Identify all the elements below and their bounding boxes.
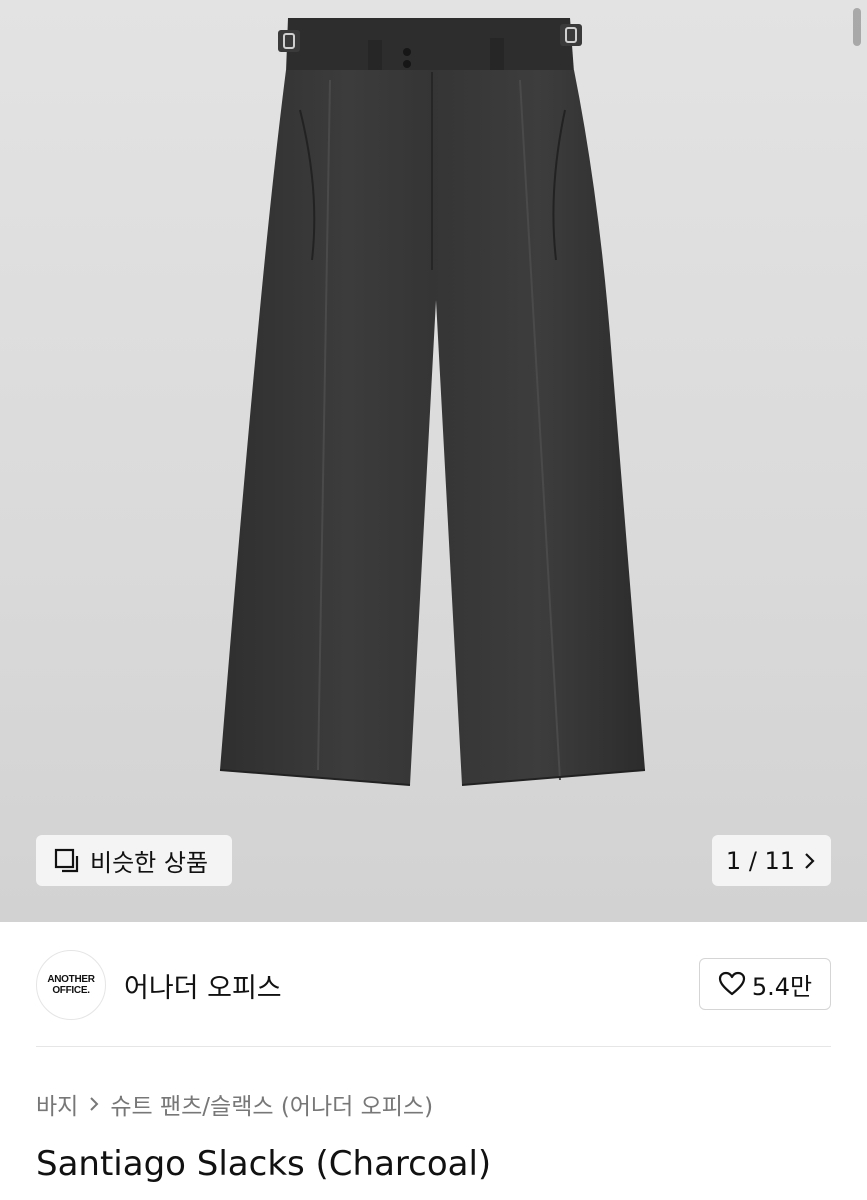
scrollbar[interactable] bbox=[853, 8, 861, 46]
similar-products-icon bbox=[54, 848, 79, 872]
divider bbox=[36, 1046, 831, 1047]
image-counter-button[interactable]: 1 / 11 bbox=[712, 835, 831, 886]
breadcrumb-item-category[interactable]: 바지 bbox=[36, 1087, 78, 1121]
product-title: Santiago Slacks (Charcoal) bbox=[36, 1144, 492, 1184]
heart-icon bbox=[718, 971, 745, 996]
product-image-carousel[interactable]: 비슷한 상품 1 / 11 bbox=[0, 0, 867, 922]
like-count: 5.4만 bbox=[751, 972, 813, 1001]
product-image bbox=[219, 18, 646, 786]
breadcrumb-item-subcategory[interactable]: 슈트 팬츠/슬랙스 (어나더 오피스) bbox=[110, 1087, 433, 1121]
brand-logo[interactable]: ANOTHER OFFICE. bbox=[36, 950, 106, 1020]
like-button[interactable]: 5.4만 bbox=[699, 958, 831, 1010]
similar-products-label: 비슷한 상품 bbox=[90, 849, 209, 877]
breadcrumb: 바지 슈트 팬츠/슬랙스 (어나더 오피스) bbox=[36, 1087, 433, 1121]
similar-products-button[interactable]: 비슷한 상품 bbox=[36, 835, 232, 886]
brand-logo-line2: OFFICE. bbox=[52, 985, 90, 996]
brand-logo-line1: ANOTHER bbox=[47, 974, 95, 985]
brand-name[interactable]: 어나더 오피스 bbox=[124, 966, 282, 1005]
chevron-right-icon bbox=[90, 1097, 99, 1111]
chevron-right-icon bbox=[805, 852, 815, 869]
brand-row: ANOTHER OFFICE. 어나더 오피스 5.4만 bbox=[0, 922, 867, 1047]
image-counter-text: 1 / 11 bbox=[725, 846, 796, 875]
